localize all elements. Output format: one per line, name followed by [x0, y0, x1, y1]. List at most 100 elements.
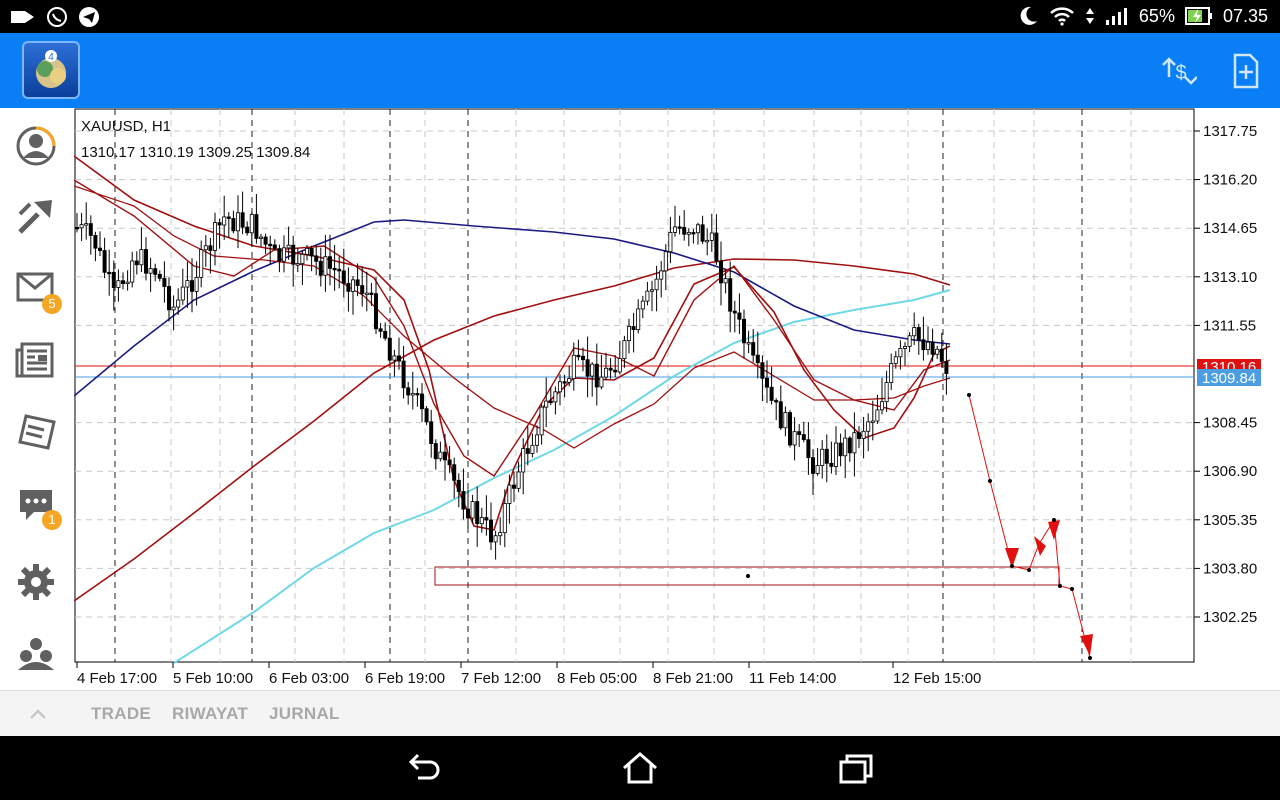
community-icon[interactable]	[14, 632, 58, 676]
candle-body	[691, 232, 696, 235]
projection-point	[746, 574, 750, 578]
candle-body	[442, 451, 447, 461]
candle-body	[470, 501, 475, 519]
candle-body	[341, 270, 346, 284]
candle-body	[613, 369, 618, 373]
candle-body	[456, 479, 461, 492]
candle-body	[332, 267, 337, 271]
candle-body	[792, 431, 797, 446]
candle-body	[79, 224, 84, 229]
telegram-icon	[79, 7, 99, 27]
candle-body	[263, 236, 268, 245]
candle-body	[337, 268, 342, 272]
candle-body	[636, 308, 641, 331]
recents-icon[interactable]	[836, 750, 876, 786]
tab-riwayat[interactable]: RIWAYAT	[172, 704, 248, 724]
projection-arrow-3	[1048, 520, 1060, 540]
candle-body	[84, 223, 89, 226]
candle-body	[677, 226, 682, 229]
ma-cyan	[173, 289, 951, 664]
projection-point	[1058, 584, 1062, 588]
candle-body	[728, 278, 733, 312]
candle-body	[539, 406, 544, 436]
metatrader-logo[interactable]: 4	[22, 41, 80, 99]
candle-body	[838, 442, 843, 457]
candle-body	[576, 354, 581, 358]
candle-body	[107, 271, 112, 275]
candle-body	[843, 437, 848, 457]
current-price-label: 1309.84	[1202, 370, 1256, 387]
price-label: 1317.75	[1203, 123, 1257, 140]
chat-icon[interactable]: 1	[14, 482, 62, 530]
candle-body	[396, 355, 401, 362]
chart-canvas[interactable]: 1317.75 1316.20 1314.65 1313.10 1311.55 1308.…	[74, 108, 1280, 690]
candle-body	[654, 278, 659, 291]
candle-body	[594, 363, 599, 388]
candle-body	[185, 280, 190, 288]
candle-body	[277, 248, 282, 262]
candle-body	[235, 212, 240, 232]
symbol-quotes-icon[interactable]: $	[1157, 51, 1198, 91]
status-bar: 65% 07.35	[0, 0, 1280, 33]
candle-body	[479, 517, 484, 525]
candle-body	[318, 260, 323, 276]
chevron-up-icon[interactable]	[28, 707, 48, 721]
settings-icon[interactable]	[14, 560, 58, 604]
tab-trade[interactable]: TRADE	[91, 704, 151, 724]
candle-body	[622, 340, 627, 360]
candle-body	[355, 279, 360, 286]
journal-icon[interactable]	[14, 408, 58, 452]
candle-body	[893, 356, 898, 364]
candle-body	[199, 249, 204, 278]
candle-body	[608, 367, 613, 371]
candle-body	[673, 226, 678, 233]
wifi-icon	[1050, 7, 1074, 26]
candle-body	[222, 216, 227, 226]
candle-body	[751, 342, 756, 356]
news-icon[interactable]	[14, 338, 58, 382]
price-label: 1306.90	[1203, 463, 1257, 480]
candle-body	[167, 286, 172, 311]
candle-body	[834, 442, 839, 467]
projection-point	[988, 479, 992, 483]
candle-body	[912, 327, 917, 337]
candle-body	[700, 224, 705, 242]
candle-body	[590, 363, 595, 377]
price-chart[interactable]: 1317.75 1316.20 1314.65 1313.10 1311.55 1308.…	[74, 108, 1280, 690]
account-icon[interactable]	[14, 124, 58, 168]
candle-body	[139, 249, 144, 266]
candle-body	[130, 260, 135, 283]
trade-arrow-icon[interactable]	[14, 194, 58, 238]
home-icon[interactable]	[620, 750, 660, 786]
candle-body	[240, 212, 245, 228]
candle-body	[732, 310, 737, 314]
candle-body	[778, 401, 783, 429]
candle-body	[433, 443, 438, 460]
candle-body	[534, 434, 539, 446]
candle-body	[406, 387, 411, 396]
candle-body	[797, 431, 802, 435]
candle-body	[162, 277, 167, 287]
candle-body	[507, 484, 512, 504]
candle-body	[134, 260, 139, 266]
data-arrows-icon	[1085, 8, 1094, 24]
candle-body	[116, 280, 121, 288]
new-order-icon[interactable]	[1226, 51, 1266, 91]
svg-text:4: 4	[48, 52, 54, 63]
price-label: 1316.20	[1203, 172, 1257, 189]
candle-body	[866, 421, 871, 432]
tab-jurnal[interactable]: JURNAL	[269, 704, 340, 724]
candle-body	[373, 293, 378, 330]
candle-body	[245, 226, 250, 234]
candle-body	[415, 393, 420, 396]
candle-body	[553, 391, 558, 403]
candle-body	[852, 432, 857, 454]
candle-body	[815, 465, 820, 474]
candle-body	[461, 491, 466, 510]
mail-icon[interactable]: 5	[14, 266, 62, 314]
back-icon[interactable]	[404, 750, 444, 786]
time-label: 8 Feb 21:00	[653, 670, 733, 687]
whatsapp-icon	[47, 7, 67, 27]
price-label: 1302.25	[1203, 609, 1257, 626]
candle-body	[801, 434, 806, 441]
